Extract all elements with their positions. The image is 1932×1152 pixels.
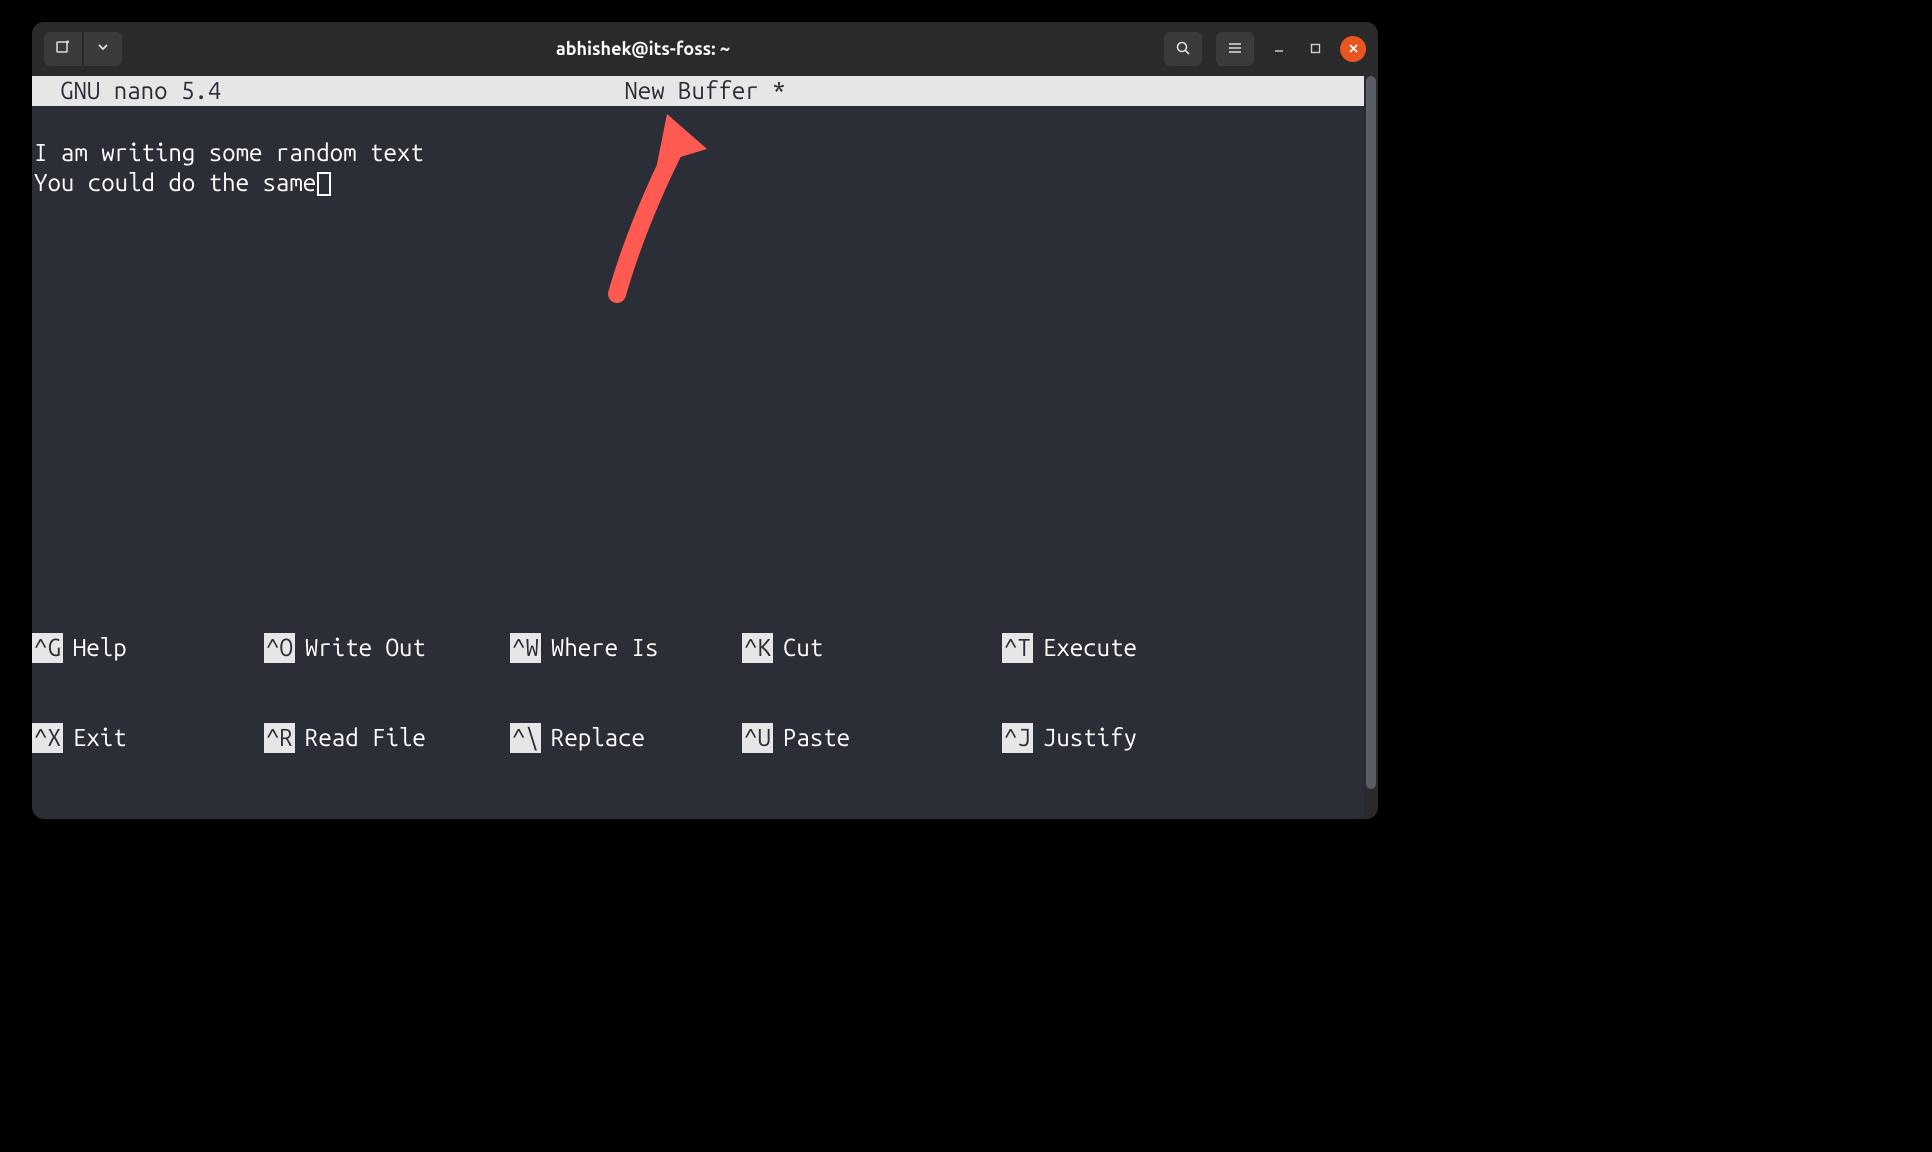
shortcut-key: ^\ bbox=[510, 723, 541, 753]
editor-line-1: I am writing some random text bbox=[34, 139, 424, 166]
shortcut-whereis: ^W Where Is bbox=[510, 633, 742, 663]
shortcut-cut: ^K Cut bbox=[742, 633, 1002, 663]
window-title: abhishek@its-foss: ~ bbox=[122, 39, 1164, 59]
shortcut-paste: ^U Paste bbox=[742, 723, 1002, 753]
shortcut-label: Help bbox=[73, 633, 127, 663]
shortcut-justify: ^J Justify bbox=[1002, 723, 1202, 753]
maximize-icon bbox=[1310, 42, 1321, 57]
terminal-scrollbar[interactable] bbox=[1364, 76, 1378, 819]
nano-shortcut-bar: ^G Help ^O Write Out ^W Where Is ^K Cut ^T Ex… bbox=[32, 573, 1378, 819]
menu-button[interactable] bbox=[1216, 32, 1254, 66]
terminal-viewport[interactable]: GNU nano 5.4 New Buffer * I am writing s… bbox=[32, 76, 1378, 819]
shortcut-key: ^O bbox=[264, 633, 295, 663]
nano-editor-area[interactable]: I am writing some random text You could … bbox=[32, 106, 1378, 573]
nano-buffer-name: New Buffer * bbox=[624, 76, 785, 106]
minimize-icon bbox=[1273, 42, 1285, 57]
new-tab-icon bbox=[55, 39, 71, 60]
shortcut-readfile: ^R Read File bbox=[264, 723, 510, 753]
shortcut-key: ^W bbox=[510, 633, 541, 663]
shortcut-label: Read File bbox=[305, 723, 426, 753]
hamburger-icon bbox=[1227, 40, 1243, 59]
shortcut-key: ^K bbox=[742, 633, 773, 663]
shortcut-label: Execute bbox=[1043, 633, 1137, 663]
shortcut-key: ^T bbox=[1002, 633, 1033, 663]
shortcut-label: Where Is bbox=[551, 633, 659, 663]
search-icon bbox=[1175, 40, 1191, 59]
shortcut-help: ^G Help bbox=[32, 633, 264, 663]
text-cursor bbox=[317, 172, 331, 196]
chevron-down-icon bbox=[97, 40, 109, 58]
maximize-button[interactable] bbox=[1304, 38, 1326, 60]
titlebar-right-controls bbox=[1164, 32, 1366, 66]
editor-line-2: You could do the same bbox=[34, 169, 316, 196]
shortcut-label: Justify bbox=[1043, 723, 1137, 753]
shortcut-execute: ^T Execute bbox=[1002, 633, 1202, 663]
new-tab-button[interactable] bbox=[44, 32, 82, 66]
shortcut-row-2: ^X Exit ^R Read File ^\ Replace ^U Paste ^J J… bbox=[32, 723, 1378, 753]
shortcut-writeout: ^O Write Out bbox=[264, 633, 510, 663]
tab-dropdown-button[interactable] bbox=[84, 32, 122, 66]
minimize-button[interactable] bbox=[1268, 38, 1290, 60]
titlebar-left-controls bbox=[44, 32, 122, 66]
shortcut-key: ^X bbox=[32, 723, 63, 753]
terminal-window: abhishek@its-foss: ~ bbox=[32, 22, 1378, 819]
shortcut-key: ^R bbox=[264, 723, 295, 753]
nano-titlebar: GNU nano 5.4 New Buffer * bbox=[32, 76, 1378, 106]
close-button[interactable] bbox=[1340, 36, 1366, 62]
shortcut-key: ^J bbox=[1002, 723, 1033, 753]
search-button[interactable] bbox=[1164, 32, 1202, 66]
shortcut-replace: ^\ Replace bbox=[510, 723, 742, 753]
shortcut-label: Exit bbox=[73, 723, 127, 753]
scrollbar-thumb[interactable] bbox=[1366, 76, 1376, 789]
shortcut-label: Write Out bbox=[305, 633, 426, 663]
window-titlebar: abhishek@its-foss: ~ bbox=[32, 22, 1378, 76]
shortcut-label: Paste bbox=[783, 723, 850, 753]
shortcut-key: ^G bbox=[32, 633, 63, 663]
nano-version: GNU nano 5.4 bbox=[60, 76, 221, 106]
shortcut-row-1: ^G Help ^O Write Out ^W Where Is ^K Cut ^T Ex… bbox=[32, 633, 1378, 663]
close-icon bbox=[1348, 41, 1359, 57]
shortcut-label: Replace bbox=[551, 723, 645, 753]
shortcut-key: ^U bbox=[742, 723, 773, 753]
shortcut-exit: ^X Exit bbox=[32, 723, 264, 753]
shortcut-label: Cut bbox=[783, 633, 823, 663]
